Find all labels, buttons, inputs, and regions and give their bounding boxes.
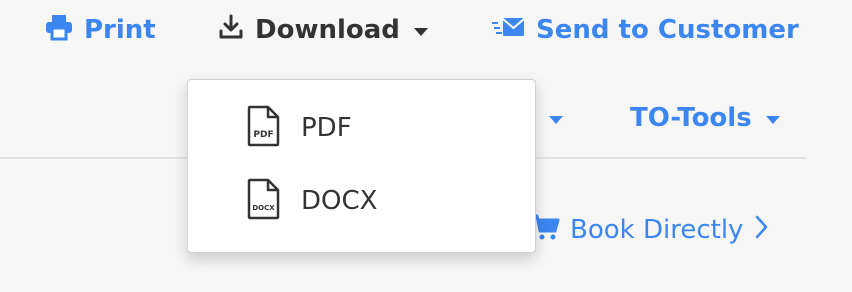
- download-dropdown-menu: PDF PDF DOCX DOCX: [187, 79, 536, 253]
- print-button[interactable]: Print: [44, 10, 156, 50]
- menu-item-docx-label: DOCX: [301, 186, 378, 216]
- download-icon: [217, 13, 245, 48]
- download-label: Download: [255, 15, 400, 45]
- chevron-down-icon: [549, 116, 564, 124]
- docx-icon-text: DOCX: [252, 204, 275, 212]
- to-tools-label: TO-Tools: [630, 103, 752, 133]
- menu-item-pdf[interactable]: PDF PDF: [188, 96, 535, 160]
- send-mail-icon: [492, 15, 526, 46]
- menu-item-docx[interactable]: DOCX DOCX: [188, 169, 535, 233]
- chevron-right-icon: [753, 214, 769, 247]
- chevron-down-icon: [413, 28, 428, 36]
- menu-item-pdf-label: PDF: [301, 113, 352, 143]
- send-to-customer-label: Send to Customer: [536, 15, 799, 45]
- docx-file-icon: DOCX: [246, 177, 282, 225]
- printer-icon: [44, 13, 74, 48]
- pdf-icon-text: PDF: [253, 130, 273, 140]
- to-tools-button[interactable]: TO-Tools: [630, 98, 780, 138]
- download-button[interactable]: Download: [217, 10, 428, 50]
- book-directly-link[interactable]: Book Directly: [530, 208, 769, 252]
- print-label: Print: [84, 15, 156, 45]
- send-to-customer-button[interactable]: Send to Customer: [492, 10, 799, 50]
- chevron-down-icon: [765, 116, 780, 124]
- book-directly-label: Book Directly: [570, 215, 744, 245]
- pdf-file-icon: PDF: [246, 104, 282, 152]
